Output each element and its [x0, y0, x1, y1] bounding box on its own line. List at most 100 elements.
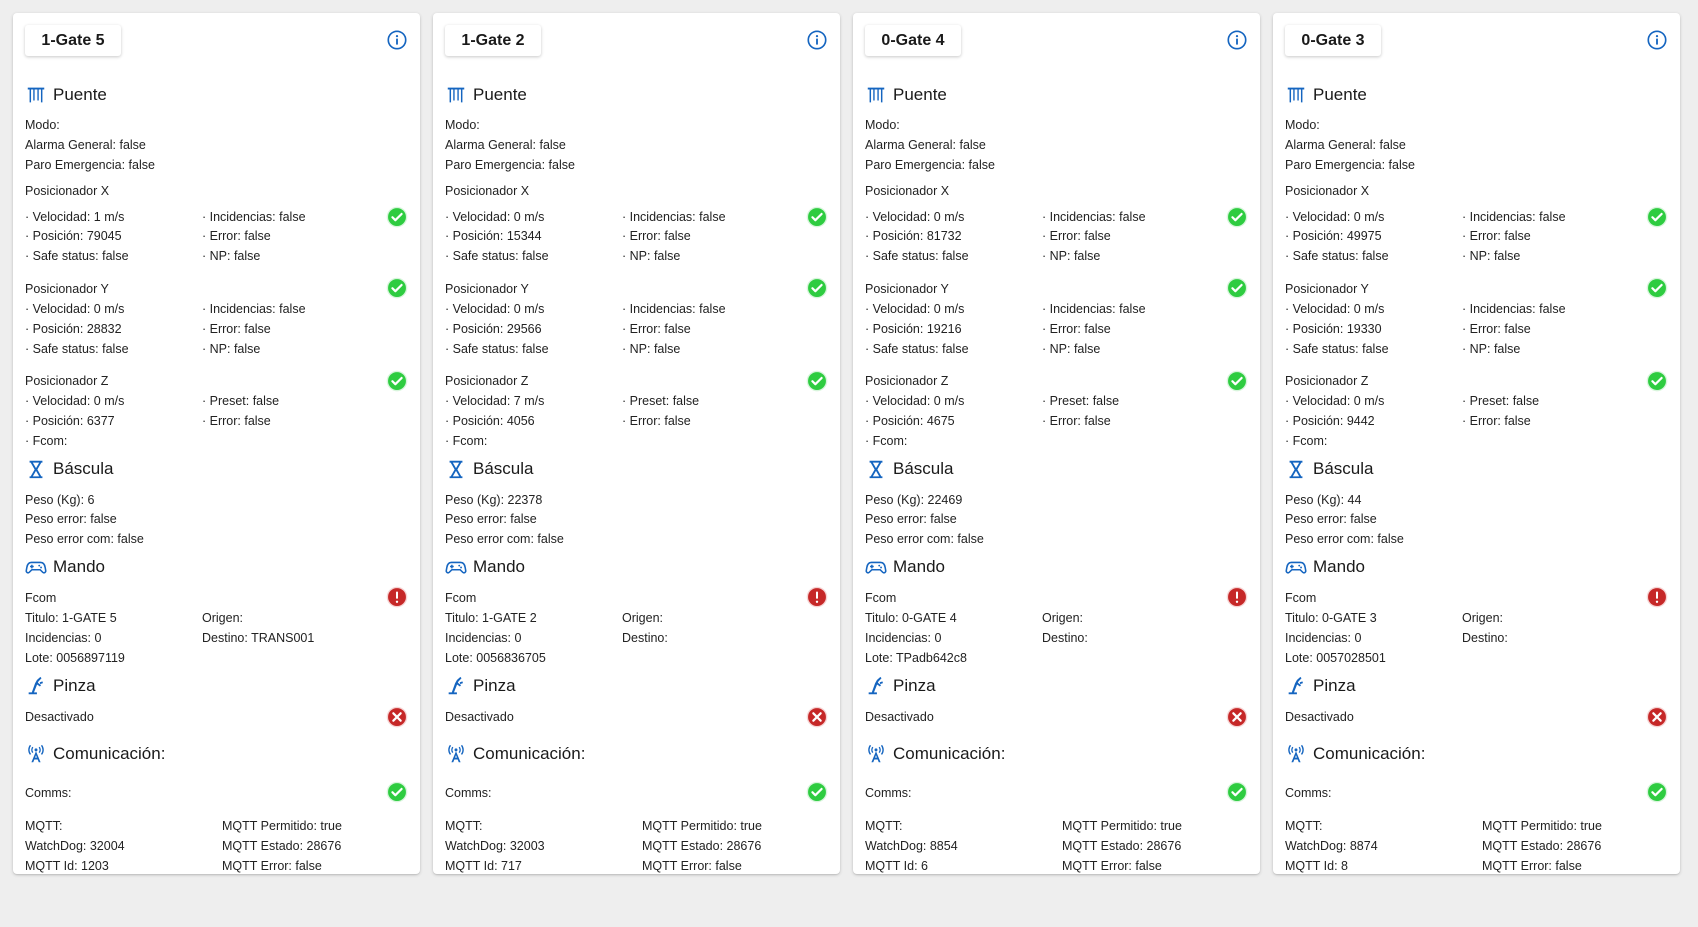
- section-pinza: Pinza: [1285, 673, 1356, 699]
- pinza-estado: Desactivado: [25, 710, 94, 724]
- z-error: · Error: false: [622, 414, 691, 428]
- z-velocidad: · Velocidad: 7 m/s: [445, 394, 545, 408]
- y-status-ok-icon: [1226, 277, 1248, 299]
- z-velocidad: · Velocidad: 0 m/s: [865, 394, 965, 408]
- mando-incidencias: Incidencias: 0: [865, 631, 942, 645]
- robot-arm-icon: [1288, 676, 1303, 695]
- posicionador-y-title: Posicionador Y: [445, 282, 529, 296]
- section-bascula: Báscula: [1285, 456, 1373, 482]
- mqtt-label: MQTT:: [25, 819, 63, 833]
- x-np: · NP: false: [1042, 249, 1101, 263]
- posicionador-y-title: Posicionador Y: [1285, 282, 1369, 296]
- mando-fcom-title: Fcom: [865, 591, 897, 605]
- comms-label: Comms:: [445, 786, 492, 800]
- mqtt-id: MQTT Id: 717: [445, 859, 522, 873]
- z-posicion: · Posición: 9442: [1285, 414, 1375, 428]
- z-preset: · Preset: false: [1462, 394, 1540, 408]
- peso-kg: Peso (Kg): 6: [25, 493, 95, 507]
- y-velocidad: · Velocidad: 0 m/s: [25, 302, 125, 316]
- info-icon[interactable]: [806, 29, 828, 51]
- mando-incidencias: Incidencias: 0: [445, 631, 522, 645]
- x-np: · NP: false: [202, 249, 261, 263]
- modo-label: Modo:: [445, 118, 480, 132]
- gate-title-chip[interactable]: 0-Gate 3: [1285, 25, 1381, 56]
- posicionador-y-title: Posicionador Y: [25, 282, 109, 296]
- mqtt-error: MQTT Error: false: [1062, 859, 1162, 873]
- section-mando: Mando: [25, 554, 105, 580]
- section-comunicacion-label: Comunicación:: [473, 744, 586, 763]
- gate-title-chip[interactable]: 1-Gate 2: [445, 25, 541, 56]
- info-icon[interactable]: [386, 29, 408, 51]
- paro-emergencia: Paro Emergencia: false: [865, 158, 995, 172]
- mando-alert-icon: [1226, 586, 1248, 608]
- antenna-icon: [1288, 744, 1304, 763]
- z-status-ok-icon: [806, 370, 828, 392]
- section-mando-label: Mando: [893, 557, 945, 576]
- y-incidencias: · Incidencias: false: [1042, 302, 1146, 316]
- scale-icon: [29, 460, 43, 479]
- x-incidencias: · Incidencias: false: [622, 210, 726, 224]
- x-status-ok-icon: [1646, 206, 1668, 228]
- info-icon[interactable]: [1226, 29, 1248, 51]
- section-puente-label: Puente: [473, 85, 527, 104]
- pinza-estado: Desactivado: [1285, 710, 1354, 724]
- peso-kg: Peso (Kg): 44: [1285, 493, 1362, 507]
- y-incidencias: · Incidencias: false: [622, 302, 726, 316]
- section-bascula-label: Báscula: [473, 459, 534, 478]
- robot-arm-icon: [28, 676, 43, 695]
- mando-destino: Destino:: [1042, 631, 1088, 645]
- section-pinza-label: Pinza: [53, 676, 96, 695]
- x-safe-status: · Safe status: false: [445, 249, 549, 263]
- gate-title-chip[interactable]: 0-Gate 4: [865, 25, 961, 56]
- mando-destino: Destino: TRANS001: [202, 631, 315, 645]
- y-status-ok-icon: [1646, 277, 1668, 299]
- mando-titulo: Titulo: 0-GATE 4: [865, 611, 957, 625]
- y-safe-status: · Safe status: false: [1285, 342, 1389, 356]
- scale-icon: [1289, 460, 1303, 479]
- peso-error: Peso error: false: [445, 512, 537, 526]
- gate-card-2: 1-Gate 2 Puente Modo: Alarma General: fa…: [433, 13, 840, 874]
- x-status-ok-icon: [806, 206, 828, 228]
- z-velocidad: · Velocidad: 0 m/s: [1285, 394, 1385, 408]
- pinza-error-icon: [1646, 706, 1668, 728]
- section-puente: Puente: [1285, 82, 1367, 108]
- antenna-icon: [868, 744, 884, 763]
- comms-status-ok-icon: [806, 781, 828, 803]
- y-np: · NP: false: [1042, 342, 1101, 356]
- scale-icon: [449, 460, 463, 479]
- section-bascula: Báscula: [25, 456, 113, 482]
- y-safe-status: · Safe status: false: [25, 342, 129, 356]
- x-posicion: · Posición: 15344: [445, 229, 542, 243]
- section-bascula: Báscula: [445, 456, 533, 482]
- gate-card-4: 0-Gate 3 Puente Modo: Alarma General: fa…: [1273, 13, 1680, 874]
- comms-label: Comms:: [25, 786, 72, 800]
- mando-titulo: Titulo: 0-GATE 3: [1285, 611, 1377, 625]
- bridge-icon: [447, 87, 465, 103]
- z-fcom: · Fcom:: [865, 434, 908, 448]
- peso-error-com: Peso error com: false: [445, 532, 564, 546]
- y-posicion: · Posición: 29566: [445, 322, 542, 336]
- section-mando-label: Mando: [1313, 557, 1365, 576]
- peso-error: Peso error: false: [865, 512, 957, 526]
- z-fcom: · Fcom:: [1285, 434, 1328, 448]
- gate-card-3: 0-Gate 4 Puente Modo: Alarma General: fa…: [853, 13, 1260, 874]
- x-posicion: · Posición: 81732: [865, 229, 962, 243]
- mqtt-error: MQTT Error: false: [642, 859, 742, 873]
- section-puente-label: Puente: [53, 85, 107, 104]
- z-error: · Error: false: [202, 414, 271, 428]
- mqtt-error: MQTT Error: false: [222, 859, 322, 873]
- posicionador-x-title: Posicionador X: [25, 184, 110, 198]
- x-posicion: · Posición: 79045: [25, 229, 122, 243]
- section-pinza: Pinza: [865, 673, 936, 699]
- peso-error-com: Peso error com: false: [25, 532, 144, 546]
- mando-incidencias: Incidencias: 0: [1285, 631, 1362, 645]
- alarma-general: Alarma General: false: [25, 138, 146, 152]
- z-posicion: · Posición: 4675: [865, 414, 955, 428]
- x-np: · NP: false: [1462, 249, 1521, 263]
- y-velocidad: · Velocidad: 0 m/s: [445, 302, 545, 316]
- section-pinza-label: Pinza: [893, 676, 936, 695]
- section-puente: Puente: [25, 82, 107, 108]
- gate-title-chip[interactable]: 1-Gate 5: [25, 25, 121, 56]
- mando-destino: Destino:: [1462, 631, 1508, 645]
- info-icon[interactable]: [1646, 29, 1668, 51]
